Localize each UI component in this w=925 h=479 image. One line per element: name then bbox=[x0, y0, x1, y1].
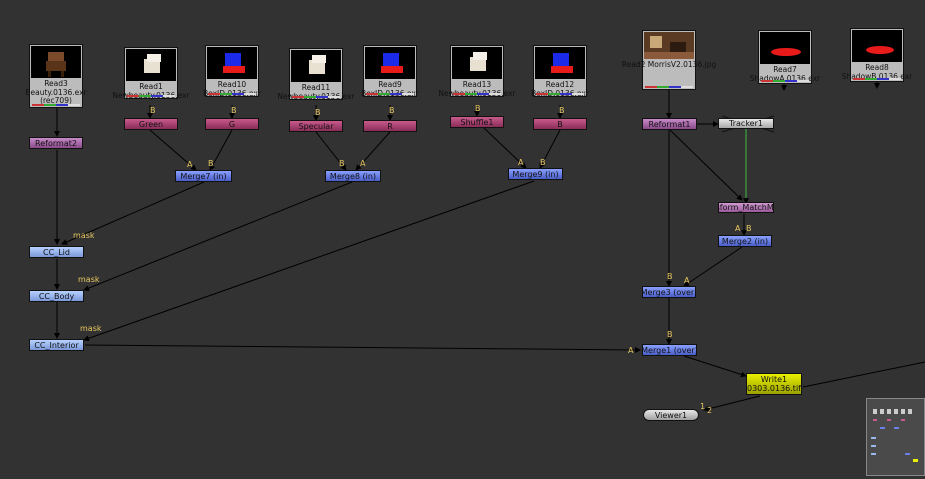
pipe-label-a: A bbox=[360, 159, 366, 168]
write1-label: Write1 bbox=[760, 375, 788, 384]
read12-node[interactable]: Read12 BoxID.0136.exr bbox=[531, 45, 589, 97]
pipe-label-b: B bbox=[475, 104, 481, 113]
channel-strip bbox=[453, 93, 501, 95]
merge8-node[interactable]: Merge8 (in) bbox=[325, 170, 381, 182]
pipe-label-b: B bbox=[208, 159, 214, 168]
read10-node[interactable]: Read10 BoxID.0136.exr bbox=[203, 45, 261, 97]
pipe-label-a: A bbox=[735, 224, 741, 233]
shuffle1-node[interactable]: Shuffle1 bbox=[450, 116, 504, 128]
read2-node[interactable]: Read2 MorrisV2.0136.jpg bbox=[622, 30, 716, 90]
cc-lid-node[interactable]: CC_Lid bbox=[29, 246, 84, 258]
minimap-preview bbox=[871, 409, 918, 462]
mask-label: mask bbox=[73, 231, 95, 240]
cc-interior-node[interactable]: CC_Interior bbox=[29, 339, 84, 351]
pipe-label-b: B bbox=[315, 108, 321, 117]
pipe-label-b: B bbox=[559, 106, 565, 115]
viewer1-node[interactable]: Viewer1 bbox=[643, 409, 699, 421]
box-thumbnail bbox=[126, 49, 176, 81]
viewer-input-2: 2 bbox=[707, 406, 713, 415]
cc-body-node[interactable]: CC_Body bbox=[29, 290, 84, 302]
pipe-label-a: A bbox=[684, 276, 690, 285]
write1-file: 0303.0136.tif bbox=[747, 384, 801, 393]
read12-label: Read12 BoxID.0136.exr bbox=[531, 80, 589, 97]
boxid-thumbnail bbox=[365, 47, 415, 79]
reformat1-node[interactable]: Reformat1 bbox=[642, 118, 697, 130]
shuffle-green-node[interactable]: Green bbox=[124, 118, 178, 130]
tracker1-node[interactable]: Tracker1 bbox=[718, 118, 774, 129]
mask-label: mask bbox=[78, 275, 100, 284]
pipe-label-b: B bbox=[746, 224, 752, 233]
viewer-input-1: 1 bbox=[700, 402, 706, 411]
merge3-node[interactable]: Merge3 (over) bbox=[642, 286, 696, 298]
pipe-label-b: B bbox=[540, 158, 546, 167]
read7-node[interactable]: Read7 ShadowA.0136.exr bbox=[750, 30, 820, 84]
pipe-label-a: A bbox=[518, 158, 524, 167]
shuffle-b-node[interactable]: B bbox=[533, 118, 587, 130]
read1-node[interactable]: Read1 Newbeauty.0136.exr bbox=[112, 47, 190, 99]
pipe-label-b: B bbox=[667, 330, 673, 339]
channel-strip bbox=[366, 93, 414, 95]
pipe-label-a: A bbox=[187, 160, 193, 169]
merge7-node[interactable]: Merge7 (in) bbox=[175, 170, 232, 182]
read3-node[interactable]: Read3 Beauty.0136.exr (rec709) bbox=[25, 44, 87, 108]
read13-node[interactable]: Read13 Newbeauty.0136.exr bbox=[438, 45, 516, 97]
box-thumbnail bbox=[291, 50, 341, 82]
shuffle-specular-node[interactable]: Specular bbox=[289, 120, 343, 132]
channel-strip bbox=[292, 96, 340, 98]
pipe-label-b: B bbox=[150, 106, 156, 115]
merge1-node[interactable]: Merge1 (over) bbox=[642, 344, 697, 356]
write1-node[interactable]: Write1 0303.0136.tif bbox=[746, 373, 802, 395]
pipe-label-b: B bbox=[231, 106, 237, 115]
channel-strip bbox=[208, 93, 256, 95]
chair-thumbnail bbox=[31, 46, 81, 78]
pipe-label-b: B bbox=[389, 106, 395, 115]
channel-strip bbox=[645, 86, 693, 88]
merge9-node[interactable]: Merge9 (in) bbox=[508, 168, 563, 180]
read9-node[interactable]: Read9 BoxID.0136.exr bbox=[361, 45, 419, 97]
box-thumbnail bbox=[452, 47, 502, 79]
reformat2-node[interactable]: Reformat2 bbox=[29, 137, 83, 149]
shadow-thumbnail bbox=[852, 30, 902, 62]
read2-label: Read2 MorrisV2.0136.jpg bbox=[621, 60, 717, 69]
channel-strip bbox=[127, 95, 175, 97]
boxid-thumbnail bbox=[535, 47, 585, 79]
pipe-label-b: B bbox=[667, 272, 673, 281]
room-thumbnail bbox=[644, 32, 694, 59]
shuffle-g-node[interactable]: G bbox=[205, 118, 259, 130]
transform-matchmove1-node[interactable]: Transform_MatchMove1 bbox=[718, 202, 774, 213]
pipes bbox=[54, 82, 925, 412]
node-graph-minimap[interactable] bbox=[866, 398, 925, 476]
shadow-thumbnail bbox=[760, 32, 810, 64]
pipe-label-b: B bbox=[339, 159, 345, 168]
pipe-label-a: A bbox=[628, 346, 634, 355]
channel-strip bbox=[32, 104, 80, 106]
read8-node[interactable]: Read8 ShadowB.0136.exr bbox=[842, 28, 912, 82]
boxid-thumbnail bbox=[207, 47, 257, 79]
merge2-node[interactable]: Merge2 (in) bbox=[718, 235, 772, 247]
channel-strip bbox=[853, 78, 901, 80]
mask-label: mask bbox=[80, 324, 102, 333]
channel-strip bbox=[536, 93, 584, 95]
channel-strip bbox=[761, 80, 809, 82]
shuffle-r-node[interactable]: R bbox=[363, 120, 417, 132]
